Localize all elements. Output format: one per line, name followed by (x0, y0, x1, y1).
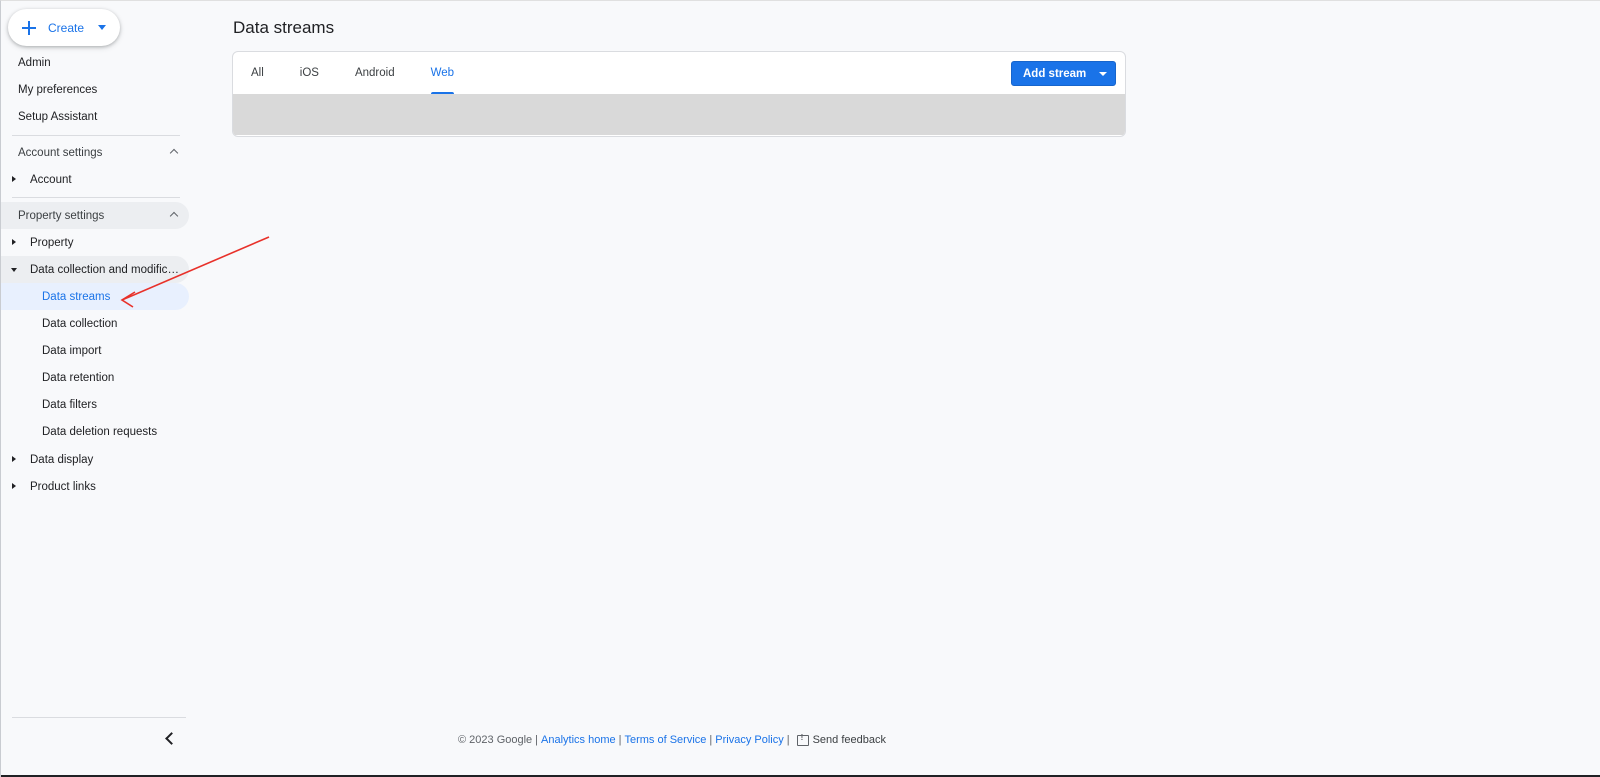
data-streams-card: All iOS Android Web Add stream (232, 51, 1126, 137)
sidebar-item-label: Account (30, 173, 72, 186)
chevron-up-icon (169, 148, 179, 158)
tab-android[interactable]: Android (355, 52, 395, 94)
create-button-label: Create (48, 20, 85, 35)
sidebar-item-label: Data deletion requests (42, 425, 158, 438)
section-heading: Property settings (18, 209, 105, 222)
sidebar-divider (12, 197, 180, 198)
page-title: Data streams (233, 18, 335, 37)
privacy-policy-link[interactable]: Privacy Policy (715, 734, 783, 746)
plus-icon (22, 20, 36, 35)
sidebar-item-label: Data import (42, 344, 102, 357)
tab-label: Android (354, 67, 395, 79)
sidebar-item-data-streams[interactable]: Data streams (1, 283, 189, 310)
footer-separator: | (786, 734, 790, 746)
sidebar-item-data-retention[interactable]: Data retention (1, 364, 189, 391)
sidebar-item-account[interactable]: Account (1, 166, 189, 193)
sidebar-item-label: Property (30, 236, 74, 249)
tab-label: All (251, 67, 264, 79)
tab-all[interactable]: All (251, 52, 264, 94)
sidebar-item-product-links[interactable]: Product links (1, 473, 189, 500)
sidebar-item-property[interactable]: Property (1, 229, 189, 256)
expand-arrow-icon (12, 176, 16, 182)
account-settings-header[interactable]: Account settings (1, 139, 189, 166)
sidebar-item-setup-assistant[interactable]: Setup Assistant (1, 103, 181, 130)
sidebar-item-label: Data filters (42, 398, 97, 411)
sidebar-item-label: Data collection and modifica... (30, 263, 184, 276)
page-footer: © 2023 Google | Analytics home | Terms o… (458, 733, 886, 747)
dropdown-caret-icon (98, 25, 107, 30)
sidebar-item-label: My preferences (18, 83, 98, 96)
sidebar-item-data-import[interactable]: Data import (1, 337, 189, 364)
add-stream-label: Add stream (1023, 67, 1087, 80)
collapse-sidebar-chevron-left-icon[interactable] (159, 728, 179, 748)
sidebar-item-label: Admin (18, 56, 51, 69)
footer-separator: | (709, 734, 713, 746)
streams-list-placeholder (233, 94, 1125, 135)
sidebar-item-label: Data collection (42, 317, 118, 330)
sidebar-item-label: Data retention (42, 371, 115, 384)
add-stream-button[interactable]: Add stream (1011, 61, 1116, 86)
sidebar-item-data-collection[interactable]: Data collection (1, 310, 189, 337)
expand-arrow-icon (12, 456, 16, 462)
send-feedback-link[interactable]: Send feedback (813, 734, 886, 746)
sidebar-item-label: Setup Assistant (18, 110, 98, 123)
sidebar-divider (12, 135, 180, 136)
sidebar-item-data-display[interactable]: Data display (1, 446, 189, 473)
feedback-icon (796, 733, 809, 746)
sidebar-item-data-filters[interactable]: Data filters (1, 391, 189, 418)
tab-web[interactable]: Web (430, 52, 455, 94)
expand-arrow-icon (12, 239, 16, 245)
collapse-arrow-icon (11, 268, 17, 272)
sidebar-item-label: Data display (30, 453, 94, 466)
sidebar-item-data-deletion-requests[interactable]: Data deletion requests (1, 418, 189, 445)
create-button[interactable]: Create (8, 9, 120, 46)
sidebar-item-data-collection-and-modification[interactable]: Data collection and modifica... (1, 256, 189, 283)
section-heading: Account settings (18, 146, 103, 159)
tab-label: iOS (299, 67, 319, 79)
terms-of-service-link[interactable]: Terms of Service (624, 734, 706, 746)
property-settings-header[interactable]: Property settings (1, 202, 189, 229)
expand-arrow-icon (12, 483, 16, 489)
analytics-home-link[interactable]: Analytics home (541, 734, 616, 746)
admin-sidebar: Create Admin My preferences Setup Assist… (1, 1, 193, 777)
dropdown-caret-icon (1099, 71, 1108, 76)
sidebar-item-label: Product links (30, 480, 96, 493)
copyright-text: © 2023 Google (458, 734, 533, 746)
stream-platform-tabs: All iOS Android Web (233, 52, 455, 94)
tab-label: Web (430, 67, 455, 79)
chevron-up-icon (169, 211, 179, 221)
sidebar-divider (12, 717, 186, 718)
sidebar-item-my-preferences[interactable]: My preferences (1, 76, 181, 103)
footer-separator: | (618, 734, 622, 746)
footer-separator: | (535, 734, 539, 746)
sidebar-item-label: Data streams (42, 290, 111, 303)
analytics-admin-app: Create Admin My preferences Setup Assist… (0, 0, 1600, 777)
tab-ios[interactable]: iOS (300, 52, 319, 94)
sidebar-item-admin[interactable]: Admin (1, 49, 181, 76)
